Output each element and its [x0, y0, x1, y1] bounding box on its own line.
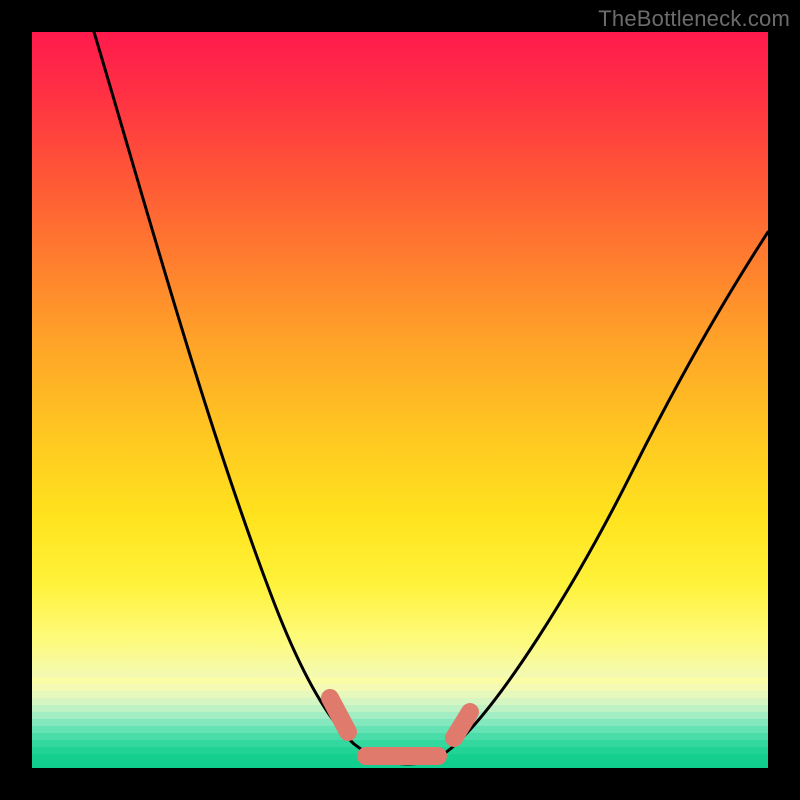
highlight-sausages: [330, 698, 470, 756]
plot-area: [32, 32, 768, 768]
sausage-left: [330, 698, 348, 732]
curve-layer: [32, 32, 768, 768]
chart-frame: TheBottleneck.com: [0, 0, 800, 800]
watermark-text: TheBottleneck.com: [598, 6, 790, 32]
bottleneck-curve: [94, 32, 768, 764]
